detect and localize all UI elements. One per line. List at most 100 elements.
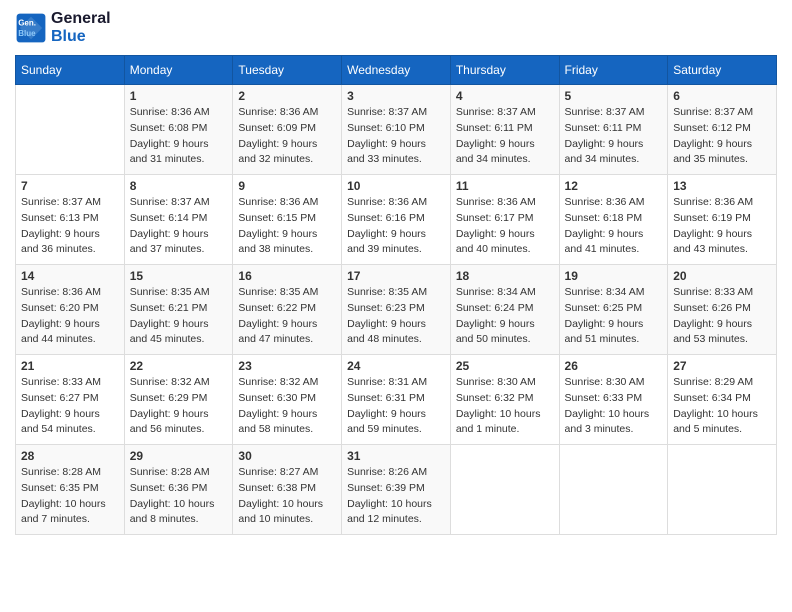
day-info-line: Daylight: 10 hours — [238, 498, 323, 510]
day-info-line: Sunrise: 8:36 AM — [21, 286, 101, 298]
day-info-line: Daylight: 10 hours — [456, 408, 541, 420]
day-info: Sunrise: 8:34 AMSunset: 6:25 PMDaylight:… — [565, 285, 663, 348]
logo: Gen. Blue General Blue — [15, 10, 111, 45]
day-info-line: Sunrise: 8:37 AM — [130, 196, 210, 208]
day-cell: 25Sunrise: 8:30 AMSunset: 6:32 PMDayligh… — [450, 355, 559, 445]
day-info-line: Sunset: 6:13 PM — [21, 212, 99, 224]
day-info-line: Daylight: 9 hours — [347, 408, 426, 420]
day-cell — [559, 445, 668, 535]
day-info-line: Daylight: 9 hours — [673, 318, 752, 330]
day-number: 10 — [347, 179, 445, 193]
header-cell-saturday: Saturday — [668, 56, 777, 85]
day-cell: 17 Sunrise: 8:35 AMSunset: 6:23 PMDayligh… — [342, 265, 451, 355]
day-info-line: and 45 minutes. — [130, 333, 205, 345]
week-row-3: 14Sunrise: 8:36 AMSunset: 6:20 PMDayligh… — [16, 265, 777, 355]
day-info-line: and 5 minutes. — [673, 423, 742, 435]
day-number: 23 — [238, 359, 336, 373]
day-number: 24 — [347, 359, 445, 373]
day-number: 20 — [673, 269, 771, 283]
day-info-line: and 58 minutes. — [238, 423, 313, 435]
day-number: 11 — [456, 179, 554, 193]
day-info-line: and 50 minutes. — [456, 333, 531, 345]
day-number: 3 — [347, 89, 445, 103]
calendar-body: 1Sunrise: 8:36 AMSunset: 6:08 PMDaylight… — [16, 85, 777, 535]
day-info-line: Sunset: 6:20 PM — [21, 302, 99, 314]
day-info-line: and 7 minutes. — [21, 513, 90, 525]
day-info: Sunrise: 8:34 AMSunset: 6:24 PMDaylight:… — [456, 285, 554, 348]
day-info-line: and 41 minutes. — [565, 243, 640, 255]
day-info: Sunrise: 8:37 AMSunset: 6:14 PMDaylight:… — [130, 195, 228, 258]
day-cell: 26Sunrise: 8:30 AMSunset: 6:33 PMDayligh… — [559, 355, 668, 445]
day-info-line: Daylight: 9 hours — [130, 318, 209, 330]
day-info-line: Sunset: 6:39 PM — [347, 482, 425, 494]
day-cell: 3Sunrise: 8:37 AMSunset: 6:10 PMDaylight… — [342, 85, 451, 175]
day-info: Sunrise: 8:32 AMSunset: 6:29 PMDaylight:… — [130, 375, 228, 438]
day-info-line: and 36 minutes. — [21, 243, 96, 255]
day-info-line: Sunrise: 8:36 AM — [238, 106, 318, 118]
day-info-line: Daylight: 9 hours — [565, 318, 644, 330]
day-info-line: Sunrise: 8:33 AM — [21, 376, 101, 388]
day-info-line: and 1 minute. — [456, 423, 520, 435]
day-number: 18 — [456, 269, 554, 283]
day-info-line: Daylight: 10 hours — [565, 408, 650, 420]
day-info-line: Sunset: 6:10 PM — [347, 122, 425, 134]
day-info: Sunrise: 8:36 AM Sunset: 6:20 PM Daylight:… — [21, 285, 119, 348]
day-info-line: Daylight: 9 hours — [130, 138, 209, 150]
day-info-line: Sunset: 6:21 PM — [130, 302, 208, 314]
day-info: Sunrise: 8:36 AMSunset: 6:17 PMDaylight:… — [456, 195, 554, 258]
day-info-line: Sunset: 6:14 PM — [130, 212, 208, 224]
day-number: 27 — [673, 359, 771, 373]
day-info-line: Daylight: 9 hours — [21, 408, 100, 420]
day-cell: 24Sunrise: 8:31 AMSunset: 6:31 PMDayligh… — [342, 355, 451, 445]
day-info-line: and 31 minutes. — [130, 153, 205, 165]
day-info-line: Sunset: 6:26 PM — [673, 302, 751, 314]
day-info-line: Sunset: 6:35 PM — [21, 482, 99, 494]
day-info-line: and 38 minutes. — [238, 243, 313, 255]
day-info: Sunrise: 8:36 AMSunset: 6:18 PMDaylight:… — [565, 195, 663, 258]
day-info: Sunrise: 8:35 AMSunset: 6:23 PMDaylight:… — [347, 285, 445, 348]
day-info: Sunrise: 8:36 AMSunset: 6:19 PMDaylight:… — [673, 195, 771, 258]
day-info-line: Sunrise: 8:28 AM — [21, 466, 101, 478]
day-cell: 6Sunrise: 8:37 AMSunset: 6:12 PMDaylight… — [668, 85, 777, 175]
day-number: 13 — [673, 179, 771, 193]
day-info: Sunrise: 8:37 AMSunset: 6:13 PMDaylight:… — [21, 195, 119, 258]
day-info-line: Daylight: 9 hours — [21, 228, 100, 240]
day-info-line: Daylight: 9 hours — [565, 138, 644, 150]
day-info-line: Daylight: 9 hours — [347, 228, 426, 240]
day-info-line: Daylight: 9 hours — [21, 318, 100, 330]
day-cell: 28Sunrise: 8:28 AMSunset: 6:35 PMDayligh… — [16, 445, 125, 535]
day-info-line: and 53 minutes. — [673, 333, 748, 345]
calendar-table: SundayMondayTuesdayWednesdayThursdayFrid… — [15, 55, 777, 535]
day-info-line: Daylight: 9 hours — [347, 318, 426, 330]
day-cell: 16Sunrise: 8:35 AMSunset: 6:22 PMDayligh… — [233, 265, 342, 355]
day-info-line: Sunset: 6:22 PM — [238, 302, 316, 314]
day-info-line: Sunrise: 8:32 AM — [130, 376, 210, 388]
day-cell: 20 Sunrise: 8:33 AM Sunset: 6:26 PM Dayligh… — [668, 265, 777, 355]
day-info-line: Sunset: 6:15 PM — [238, 212, 316, 224]
day-cell: 2Sunrise: 8:36 AMSunset: 6:09 PMDaylight… — [233, 85, 342, 175]
day-info-line: Sunrise: 8:33 AM — [673, 286, 753, 298]
day-cell: 29Sunrise: 8:28 AMSunset: 6:36 PMDayligh… — [124, 445, 233, 535]
day-info-line: Daylight: 10 hours — [673, 408, 758, 420]
logo-text: General Blue — [51, 10, 111, 45]
day-cell: 12Sunrise: 8:36 AMSunset: 6:18 PMDayligh… — [559, 175, 668, 265]
day-cell: 14Sunrise: 8:36 AMSunset: 6:20 PMDayligh… — [16, 265, 125, 355]
day-cell: 11 Sunrise: 8:36 AMSunset: 6:17 PMDayligh… — [450, 175, 559, 265]
header-cell-tuesday: Tuesday — [233, 56, 342, 85]
day-info: Sunrise: 8:36 AMSunset: 6:16 PMDaylight:… — [347, 195, 445, 258]
day-number: 17 — [347, 269, 445, 283]
day-cell: 21Sunrise: 8:33 AMSunset: 6:27 PMDayligh… — [16, 355, 125, 445]
day-info-line: Sunset: 6:23 PM — [347, 302, 425, 314]
day-info-line: and 33 minutes. — [347, 153, 422, 165]
day-info-line: and 3 minutes. — [565, 423, 634, 435]
day-info-line: Sunset: 6:11 PM — [565, 122, 642, 134]
day-info: Sunrise: 8:28 AMSunset: 6:35 PMDaylight:… — [21, 465, 119, 528]
day-cell: 23 Sunrise: 8:32 AMSunset: 6:30 PMDayligh… — [233, 355, 342, 445]
week-row-2: 7Sunrise: 8:37 AMSunset: 6:13 PMDaylight… — [16, 175, 777, 265]
day-cell — [450, 445, 559, 535]
day-info-line: Sunrise: 8:35 AM — [130, 286, 210, 298]
day-info-line: and 51 minutes. — [565, 333, 640, 345]
day-info-line: Sunrise: 8:36 AM — [456, 196, 536, 208]
day-info-line: Sunset: 6:18 PM — [565, 212, 643, 224]
day-info: Sunrise: 8:32 AMSunset: 6:30 PMDaylight:… — [238, 375, 336, 438]
